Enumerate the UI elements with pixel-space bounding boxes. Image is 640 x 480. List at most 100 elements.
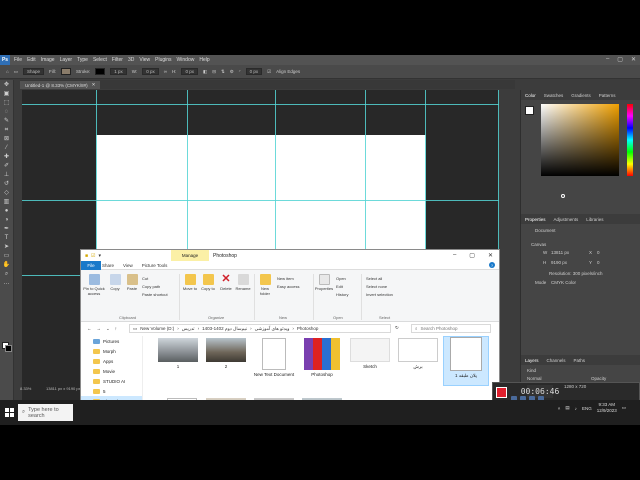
refresh-icon[interactable]: ↻ <box>395 325 399 331</box>
frame-tool-icon[interactable]: ⊠ <box>2 136 12 143</box>
history-brush-icon[interactable]: ↺ <box>2 181 12 188</box>
fill-swatch[interactable] <box>61 68 71 75</box>
tab-view[interactable]: View <box>123 263 133 268</box>
start-button[interactable] <box>0 400 18 425</box>
paste-button[interactable]: Paste <box>125 274 139 291</box>
file-item-selected[interactable]: پلان طبقه 1 <box>443 336 489 386</box>
copy-path-button[interactable]: Copy path <box>142 284 160 289</box>
color-field[interactable] <box>541 104 619 176</box>
copy-button[interactable]: Copy <box>108 274 122 291</box>
breadcrumb-1[interactable]: تدریس <box>182 326 195 332</box>
mode-select[interactable]: CMYK Color <box>551 280 576 285</box>
select-none-button[interactable]: Select none <box>366 284 387 289</box>
tab-picture-tools[interactable]: Picture Tools <box>142 263 168 268</box>
file-item[interactable]: Photoshop <box>299 338 345 377</box>
volume-icon[interactable]: ♪ <box>575 406 577 411</box>
stop-recording-button[interactable] <box>496 387 507 398</box>
blend-mode-select[interactable]: Normal <box>527 376 542 381</box>
tab-channels[interactable]: Channels <box>547 358 566 363</box>
move-to-button[interactable]: Move to <box>182 274 198 291</box>
address-bar[interactable]: ▭ New Volume (D:) › تدریس › نیم‌سال دوم … <box>129 324 391 333</box>
nav-item-apps[interactable]: Apps <box>81 356 142 366</box>
new-item-button[interactable]: New item <box>277 276 294 281</box>
breadcrumb-3[interactable]: ویدئو های آموزشی <box>255 326 290 332</box>
nav-item-morph[interactable]: Morph <box>81 346 142 356</box>
tab-gradients[interactable]: Gradients <box>571 93 591 98</box>
manage-tab[interactable]: Manage <box>171 250 209 261</box>
menu-help[interactable]: Help <box>199 57 209 63</box>
tab-share[interactable]: Share <box>102 263 114 268</box>
color-picker-handle[interactable] <box>561 194 565 198</box>
file-item[interactable]: برش <box>395 338 441 370</box>
file-item[interactable]: Sketch <box>347 338 393 369</box>
eyedropper-icon[interactable]: ⁄ <box>2 145 12 152</box>
menu-view[interactable]: View <box>139 57 150 63</box>
canvas-y-value[interactable]: 0 <box>597 260 600 265</box>
select-all-button[interactable]: Select all <box>366 276 382 281</box>
hand-tool-icon[interactable]: ✋ <box>2 262 12 269</box>
delete-button[interactable]: ✕ Delete <box>218 274 234 292</box>
minimize-icon[interactable]: – <box>453 252 456 259</box>
minimize-icon[interactable]: – <box>606 56 609 63</box>
shape-tool-icon[interactable]: ▭ <box>14 69 18 75</box>
menu-filter[interactable]: Filter <box>112 57 123 63</box>
breadcrumb-4[interactable]: Photoshop <box>297 326 319 331</box>
pen-tool-icon[interactable]: ✒ <box>2 226 12 233</box>
tab-paths[interactable]: Paths <box>574 358 586 363</box>
tab-patterns[interactable]: Patterns <box>599 93 616 98</box>
brush-tool-icon[interactable]: ✐ <box>2 163 12 170</box>
menu-select[interactable]: Select <box>93 57 107 63</box>
stroke-width-field[interactable]: 1 px <box>110 68 127 75</box>
easy-access-button[interactable]: Easy access <box>277 284 299 289</box>
more-tools-icon[interactable]: … <box>2 280 12 287</box>
guide-horizontal[interactable] <box>22 104 499 105</box>
menu-file[interactable]: File <box>14 57 22 63</box>
close-icon[interactable]: ✕ <box>488 252 493 259</box>
gradient-tool-icon[interactable]: ▥ <box>2 199 12 206</box>
canvas-h-value[interactable]: 9190 px <box>551 260 567 265</box>
breadcrumb-2[interactable]: نیم‌سال دوم 1402-1403 <box>202 326 247 332</box>
w-field[interactable]: 0 px <box>142 68 159 75</box>
open-button[interactable]: Open <box>336 276 346 281</box>
copy-to-button[interactable]: Copy to <box>200 274 216 291</box>
forward-arrow-icon[interactable]: → <box>97 326 102 331</box>
menu-3d[interactable]: 3D <box>128 57 134 63</box>
rectangle-tool-icon[interactable]: ▭ <box>2 253 12 260</box>
menu-type[interactable]: Type <box>77 57 88 63</box>
stamp-tool-icon[interactable]: ⊥ <box>2 172 12 179</box>
type-tool-icon[interactable]: T <box>2 235 12 242</box>
dodge-tool-icon[interactable]: ◑ <box>2 217 12 224</box>
file-item[interactable]: 2 <box>203 338 249 369</box>
nav-item-pictures[interactable]: Pictures <box>81 336 142 346</box>
color-panel-swatch[interactable] <box>525 106 534 115</box>
properties-icon[interactable]: ☑ <box>91 253 95 259</box>
paste-shortcut-button[interactable]: Paste shortcut <box>142 292 168 297</box>
marquee-tool-icon[interactable]: ⬚ <box>2 100 12 107</box>
qa-dropdown[interactable]: ▾ <box>99 253 102 259</box>
tab-properties[interactable]: Properties <box>525 217 546 222</box>
file-item[interactable]: 1 <box>155 338 201 369</box>
nav-item-5[interactable]: 5 <box>81 386 142 396</box>
canvas-w-value[interactable]: 13811 px <box>551 250 569 255</box>
edit-button[interactable]: Edit <box>336 284 343 289</box>
artboard-tool-icon[interactable]: ▣ <box>2 91 12 98</box>
nav-item-movie[interactable]: Movie <box>81 366 142 376</box>
home-icon[interactable]: ⌂ <box>6 69 9 74</box>
network-icon[interactable]: ▤ <box>565 405 569 411</box>
cut-button[interactable]: Cut <box>142 276 148 281</box>
tab-file[interactable]: File <box>81 260 101 270</box>
back-arrow-icon[interactable]: ← <box>87 326 92 331</box>
menu-plugins[interactable]: Plugins <box>155 57 171 63</box>
radius-field[interactable]: 0 px <box>245 68 263 75</box>
menu-edit[interactable]: Edit <box>27 57 36 63</box>
tab-color[interactable]: Color <box>525 93 536 98</box>
lasso-tool-icon[interactable]: ◌ <box>2 109 12 116</box>
quick-select-icon[interactable]: ✎ <box>2 118 12 125</box>
path-ops-icon[interactable]: ◧ <box>203 69 207 75</box>
language-indicator[interactable]: ENG <box>582 406 592 411</box>
eraser-tool-icon[interactable]: ◇ <box>2 190 12 197</box>
h-field[interactable]: 0 px <box>181 68 198 75</box>
search-input[interactable]: ⌕ Search Photoshop <box>411 324 491 333</box>
menu-image[interactable]: Image <box>41 57 55 63</box>
tab-swatches[interactable]: Swatches <box>544 93 564 98</box>
